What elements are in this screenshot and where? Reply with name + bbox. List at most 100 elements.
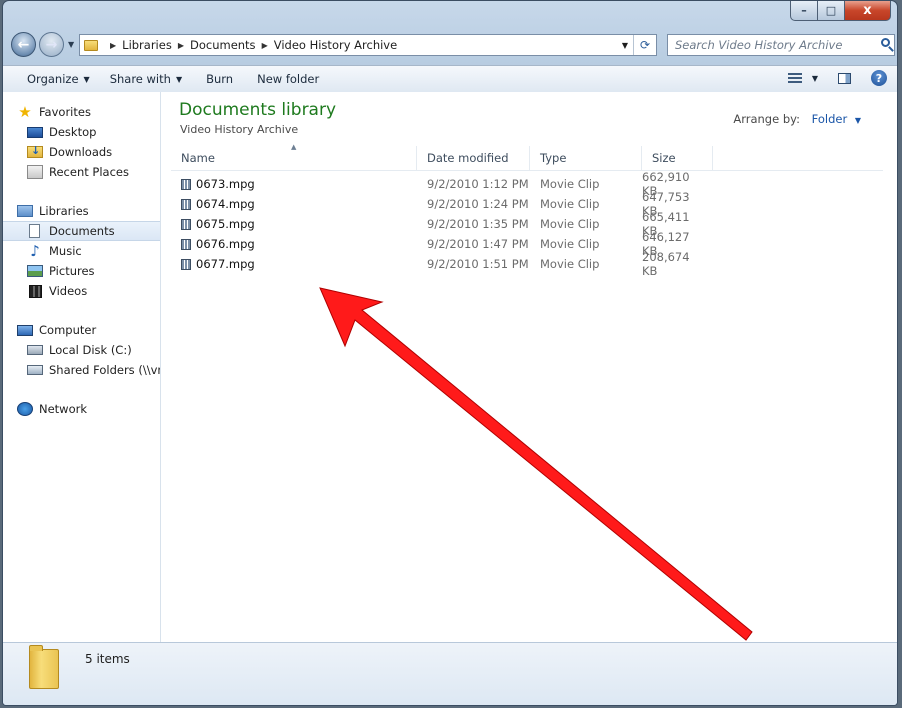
file-name: 0677.mpg: [181, 254, 417, 274]
arrange-by-dropdown[interactable]: Folder: [812, 112, 848, 126]
close-button[interactable]: x: [845, 1, 891, 21]
nav-videos[interactable]: Videos: [3, 281, 160, 301]
maximize-button[interactable]: □: [818, 1, 845, 21]
nav-network[interactable]: Network: [3, 399, 160, 419]
nav-computer[interactable]: Computer: [3, 320, 160, 340]
column-label: Name: [181, 151, 215, 165]
nav-label: Pictures: [49, 264, 95, 278]
computer-icon: [17, 324, 33, 336]
change-view-icon[interactable]: [787, 73, 802, 83]
refresh-icon[interactable]: ⟳: [633, 35, 656, 55]
file-name: 0673.mpg: [181, 174, 417, 194]
nav-label: Documents: [49, 224, 115, 238]
file-row[interactable]: 0677.mpg 9/2/2010 1:51 PM Movie Clip 208,67…: [171, 250, 883, 278]
file-row[interactable]: 0673.mpg 9/2/2010 1:12 PM Movie Clip 662,91…: [171, 170, 883, 198]
nav-label: Desktop: [49, 125, 97, 139]
nav-libraries[interactable]: Libraries: [3, 201, 160, 221]
nav-documents[interactable]: Documents: [3, 221, 160, 241]
nav-recent-places[interactable]: Recent Places: [3, 162, 160, 182]
file-date: 9/2/2010 1:12 PM: [427, 174, 530, 194]
breadcrumb-documents[interactable]: Documents: [190, 38, 256, 52]
nav-favorites[interactable]: ★ Favorites: [3, 102, 160, 122]
nav-desktop[interactable]: Desktop: [3, 122, 160, 142]
address-row: ← → ▼ ▶ Libraries ▶ Documents ▶ Video Hi…: [9, 32, 895, 60]
file-date-text: 9/2/2010 1:51 PM: [427, 257, 529, 271]
nav-label: Videos: [49, 284, 88, 298]
folder-icon: [84, 39, 98, 51]
arrange-by: Arrange by: Folder ▼: [733, 112, 861, 126]
nav-label: Local Disk (C:): [49, 343, 132, 357]
file-name-text: 0675.mpg: [196, 217, 255, 231]
breadcrumb-separator-icon[interactable]: ▶: [262, 41, 268, 50]
nav-local-disk[interactable]: Local Disk (C:): [3, 340, 160, 360]
column-header-type[interactable]: Type: [530, 146, 642, 170]
file-date: 9/2/2010 1:24 PM: [427, 194, 530, 214]
file-name-text: 0674.mpg: [196, 197, 255, 211]
file-type: Movie Clip: [540, 214, 642, 234]
column-label: Type: [540, 151, 567, 165]
share-with-button[interactable]: Share with ▼: [100, 72, 192, 86]
breadcrumb-separator-icon[interactable]: ▶: [110, 41, 116, 50]
address-bar[interactable]: ▶ Libraries ▶ Documents ▶ Video History …: [79, 34, 657, 56]
file-row[interactable]: 0675.mpg 9/2/2010 1:35 PM Movie Clip 665,41…: [171, 210, 883, 238]
view-dropdown-icon[interactable]: ▼: [812, 74, 818, 83]
star-icon: ★: [18, 103, 32, 121]
nav-pictures[interactable]: Pictures: [3, 261, 160, 281]
library-title: Documents library: [179, 100, 337, 120]
nav-label: Computer: [39, 323, 97, 337]
new-folder-label: New folder: [257, 72, 320, 86]
file-date-text: 9/2/2010 1:47 PM: [427, 237, 529, 251]
nav-label: Downloads: [49, 145, 113, 159]
file-date-text: 9/2/2010 1:24 PM: [427, 197, 529, 211]
item-count: 5 items: [85, 652, 130, 666]
video-file-icon: [181, 258, 191, 270]
video-file-icon: [181, 178, 191, 190]
nav-music[interactable]: ♪ Music: [3, 241, 160, 261]
file-row[interactable]: 0676.mpg 9/2/2010 1:47 PM Movie Clip 646,12…: [171, 230, 883, 258]
new-folder-button[interactable]: New folder: [243, 72, 329, 86]
column-header-date[interactable]: Date modified: [417, 146, 530, 170]
file-name: 0676.mpg: [181, 234, 417, 254]
burn-button[interactable]: Burn: [192, 72, 243, 86]
breadcrumb-video-history-archive[interactable]: Video History Archive: [274, 38, 397, 52]
search-icon[interactable]: [881, 38, 890, 47]
breadcrumb-libraries[interactable]: Libraries: [122, 38, 172, 52]
desktop-icon: [27, 126, 43, 138]
chevron-down-icon[interactable]: ▼: [855, 116, 861, 125]
file-type: Movie Clip: [540, 234, 642, 254]
file-name-text: 0676.mpg: [196, 237, 255, 251]
document-icon: [29, 224, 40, 238]
file-name: 0674.mpg: [181, 194, 417, 214]
burn-label: Burn: [206, 72, 234, 86]
column-label: Date modified: [427, 151, 509, 165]
file-date-text: 9/2/2010 1:12 PM: [427, 177, 529, 191]
address-dropdown-icon[interactable]: ▼: [618, 35, 632, 55]
file-name-text: 0677.mpg: [196, 257, 255, 271]
breadcrumb-separator-icon[interactable]: ▶: [178, 41, 184, 50]
minimize-button[interactable]: –: [790, 1, 818, 21]
recent-pages-dropdown[interactable]: ▼: [68, 40, 74, 49]
organize-label: Organize: [27, 72, 79, 86]
file-row[interactable]: 0674.mpg 9/2/2010 1:24 PM Movie Clip 647,75…: [171, 190, 883, 218]
command-bar: Organize ▼ Share with ▼ Burn New folder ▼ …: [3, 65, 897, 93]
disk-icon: [27, 345, 43, 355]
file-type-text: Movie Clip: [540, 217, 600, 231]
preview-pane-icon[interactable]: [838, 72, 851, 84]
caption-buttons: – □ x: [790, 1, 891, 21]
nav-downloads[interactable]: Downloads: [3, 142, 160, 162]
share-with-label: Share with: [109, 72, 171, 86]
column-header-size[interactable]: Size: [642, 146, 713, 170]
organize-button[interactable]: Organize ▼: [3, 72, 100, 86]
file-type: Movie Clip: [540, 194, 642, 214]
back-button[interactable]: ←: [11, 32, 36, 57]
help-icon[interactable]: ?: [871, 70, 887, 86]
column-header-name[interactable]: Name ▲: [171, 143, 417, 170]
nav-shared-folders[interactable]: Shared Folders (\\vn: [3, 360, 160, 380]
file-name-text: 0673.mpg: [196, 177, 255, 191]
file-date: 9/2/2010 1:51 PM: [427, 254, 530, 274]
file-size-text: 208,674 KB: [642, 250, 690, 278]
forward-button[interactable]: →: [39, 32, 64, 57]
file-type-text: Movie Clip: [540, 257, 600, 271]
search-input[interactable]: Search Video History Archive: [667, 34, 895, 56]
file-date-text: 9/2/2010 1:35 PM: [427, 217, 529, 231]
